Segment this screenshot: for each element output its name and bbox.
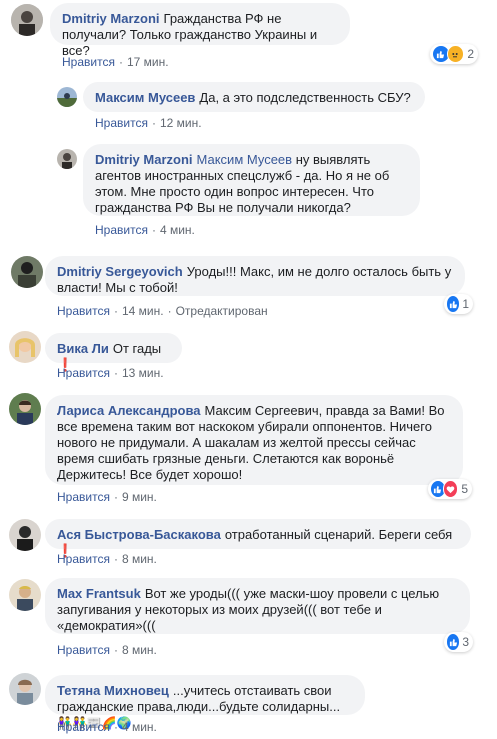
like-reaction-icon [446, 295, 461, 313]
edited-label[interactable]: Отредактирован [176, 304, 268, 318]
comment-bubble: Dmitriy Marzoni Максим Мусеев ну выявлять… [83, 144, 420, 216]
like-link[interactable]: Нравится [57, 304, 110, 318]
reactions-badge[interactable]: 3 [444, 632, 473, 652]
like-reaction-icon [446, 633, 461, 651]
comment-author[interactable]: Dmitriy Marzoni [95, 152, 193, 167]
comment-text: Да, а это подследственность СБУ? [199, 90, 411, 105]
timestamp[interactable]: 13 мин. [122, 366, 164, 380]
reactions-badge[interactable]: 2 [430, 44, 478, 64]
like-link[interactable]: Нравится [57, 366, 110, 380]
angry-reaction-icon [446, 45, 465, 63]
comment-author[interactable]: Лариса Александрова [57, 403, 201, 418]
reactions-count: 5 [461, 482, 468, 496]
comment-meta: Нравится · 9 мин. [57, 490, 157, 504]
comment-bubble: Max Frantsuk Вот же уроды((( уже маски-шо… [45, 578, 470, 634]
avatar[interactable] [11, 4, 43, 36]
reactions-count: 2 [467, 47, 474, 61]
comment-meta: Нравится · 8 мин. [57, 643, 157, 657]
like-link[interactable]: Нравится [95, 223, 148, 237]
reactions-count: 3 [462, 635, 469, 649]
comment-author[interactable]: Max Frantsuk [57, 586, 141, 601]
like-link[interactable]: Нравится [57, 552, 110, 566]
comment-meta: Нравится · 4 мин. [95, 223, 195, 237]
comment-bubble: Максим Мусеев Да, а это подследственность… [83, 82, 425, 112]
timestamp[interactable]: 9 мин. [122, 490, 157, 504]
avatar[interactable] [11, 256, 43, 288]
comment-meta: Нравится · 17 мин. [62, 55, 169, 69]
love-reaction-icon [442, 480, 459, 498]
like-link[interactable]: Нравится [57, 720, 110, 734]
comment-bubble: Dmitriy Sergeyovich Уроды!!! Макс, им не … [45, 256, 465, 296]
reactions-badge[interactable]: 5 [428, 479, 472, 499]
comment-author[interactable]: Dmitriy Sergeyovich [57, 264, 183, 279]
comment-meta: Нравится · 14 мин. · Отредактирован [57, 304, 268, 318]
avatar[interactable] [9, 673, 41, 705]
timestamp[interactable]: 14 мин. [122, 304, 164, 318]
comment-bubble: Dmitriy Marzoni Гражданства РФ не получал… [50, 3, 350, 58]
timestamp[interactable]: 8 мин. [122, 552, 157, 566]
avatar[interactable] [9, 579, 41, 611]
avatar[interactable] [57, 87, 77, 107]
comment-author[interactable]: Ася Быстрова-Баскакова [57, 527, 221, 542]
comment-author[interactable]: Тетяна Михновец [57, 683, 169, 698]
comment-meta: Нравится · 12 мин. [95, 116, 202, 130]
comment-mention[interactable]: Максим Мусеев [197, 152, 293, 167]
reactions-badge[interactable]: 1 [444, 294, 473, 314]
avatar[interactable] [9, 519, 41, 551]
comment-bubble: Тетяна Михновец ...учитесь отстаивать сво… [45, 675, 365, 730]
avatar[interactable] [57, 149, 77, 169]
avatar[interactable] [9, 393, 41, 425]
timestamp[interactable]: 8 мин. [122, 643, 157, 657]
comment-author[interactable]: Максим Мусеев [95, 90, 195, 105]
timestamp[interactable]: 12 мин. [160, 116, 202, 130]
comment-bubble: Ася Быстрова-Баскакова отработанный сцена… [45, 519, 471, 558]
comment-author[interactable]: Вика Ли [57, 341, 109, 356]
timestamp[interactable]: 17 мин. [127, 55, 169, 69]
comment-bubble: Вика Ли От гады ❗ [45, 333, 182, 372]
timestamp[interactable]: 4 мин. [122, 720, 157, 734]
comment-meta: Нравится · 8 мин. [57, 552, 157, 566]
comment-bubble: Лариса Александрова Максим Сергеевич, пра… [45, 395, 463, 485]
like-link[interactable]: Нравится [62, 55, 115, 69]
avatar[interactable] [9, 331, 41, 363]
comment-meta: Нравится · 13 мин. [57, 366, 164, 380]
like-link[interactable]: Нравится [95, 116, 148, 130]
like-link[interactable]: Нравится [57, 490, 110, 504]
timestamp[interactable]: 4 мин. [160, 223, 195, 237]
comment-author[interactable]: Dmitriy Marzoni [62, 11, 160, 26]
reactions-count: 1 [462, 297, 469, 311]
comment-meta: Нравится · 4 мин. [57, 720, 157, 734]
like-link[interactable]: Нравится [57, 643, 110, 657]
